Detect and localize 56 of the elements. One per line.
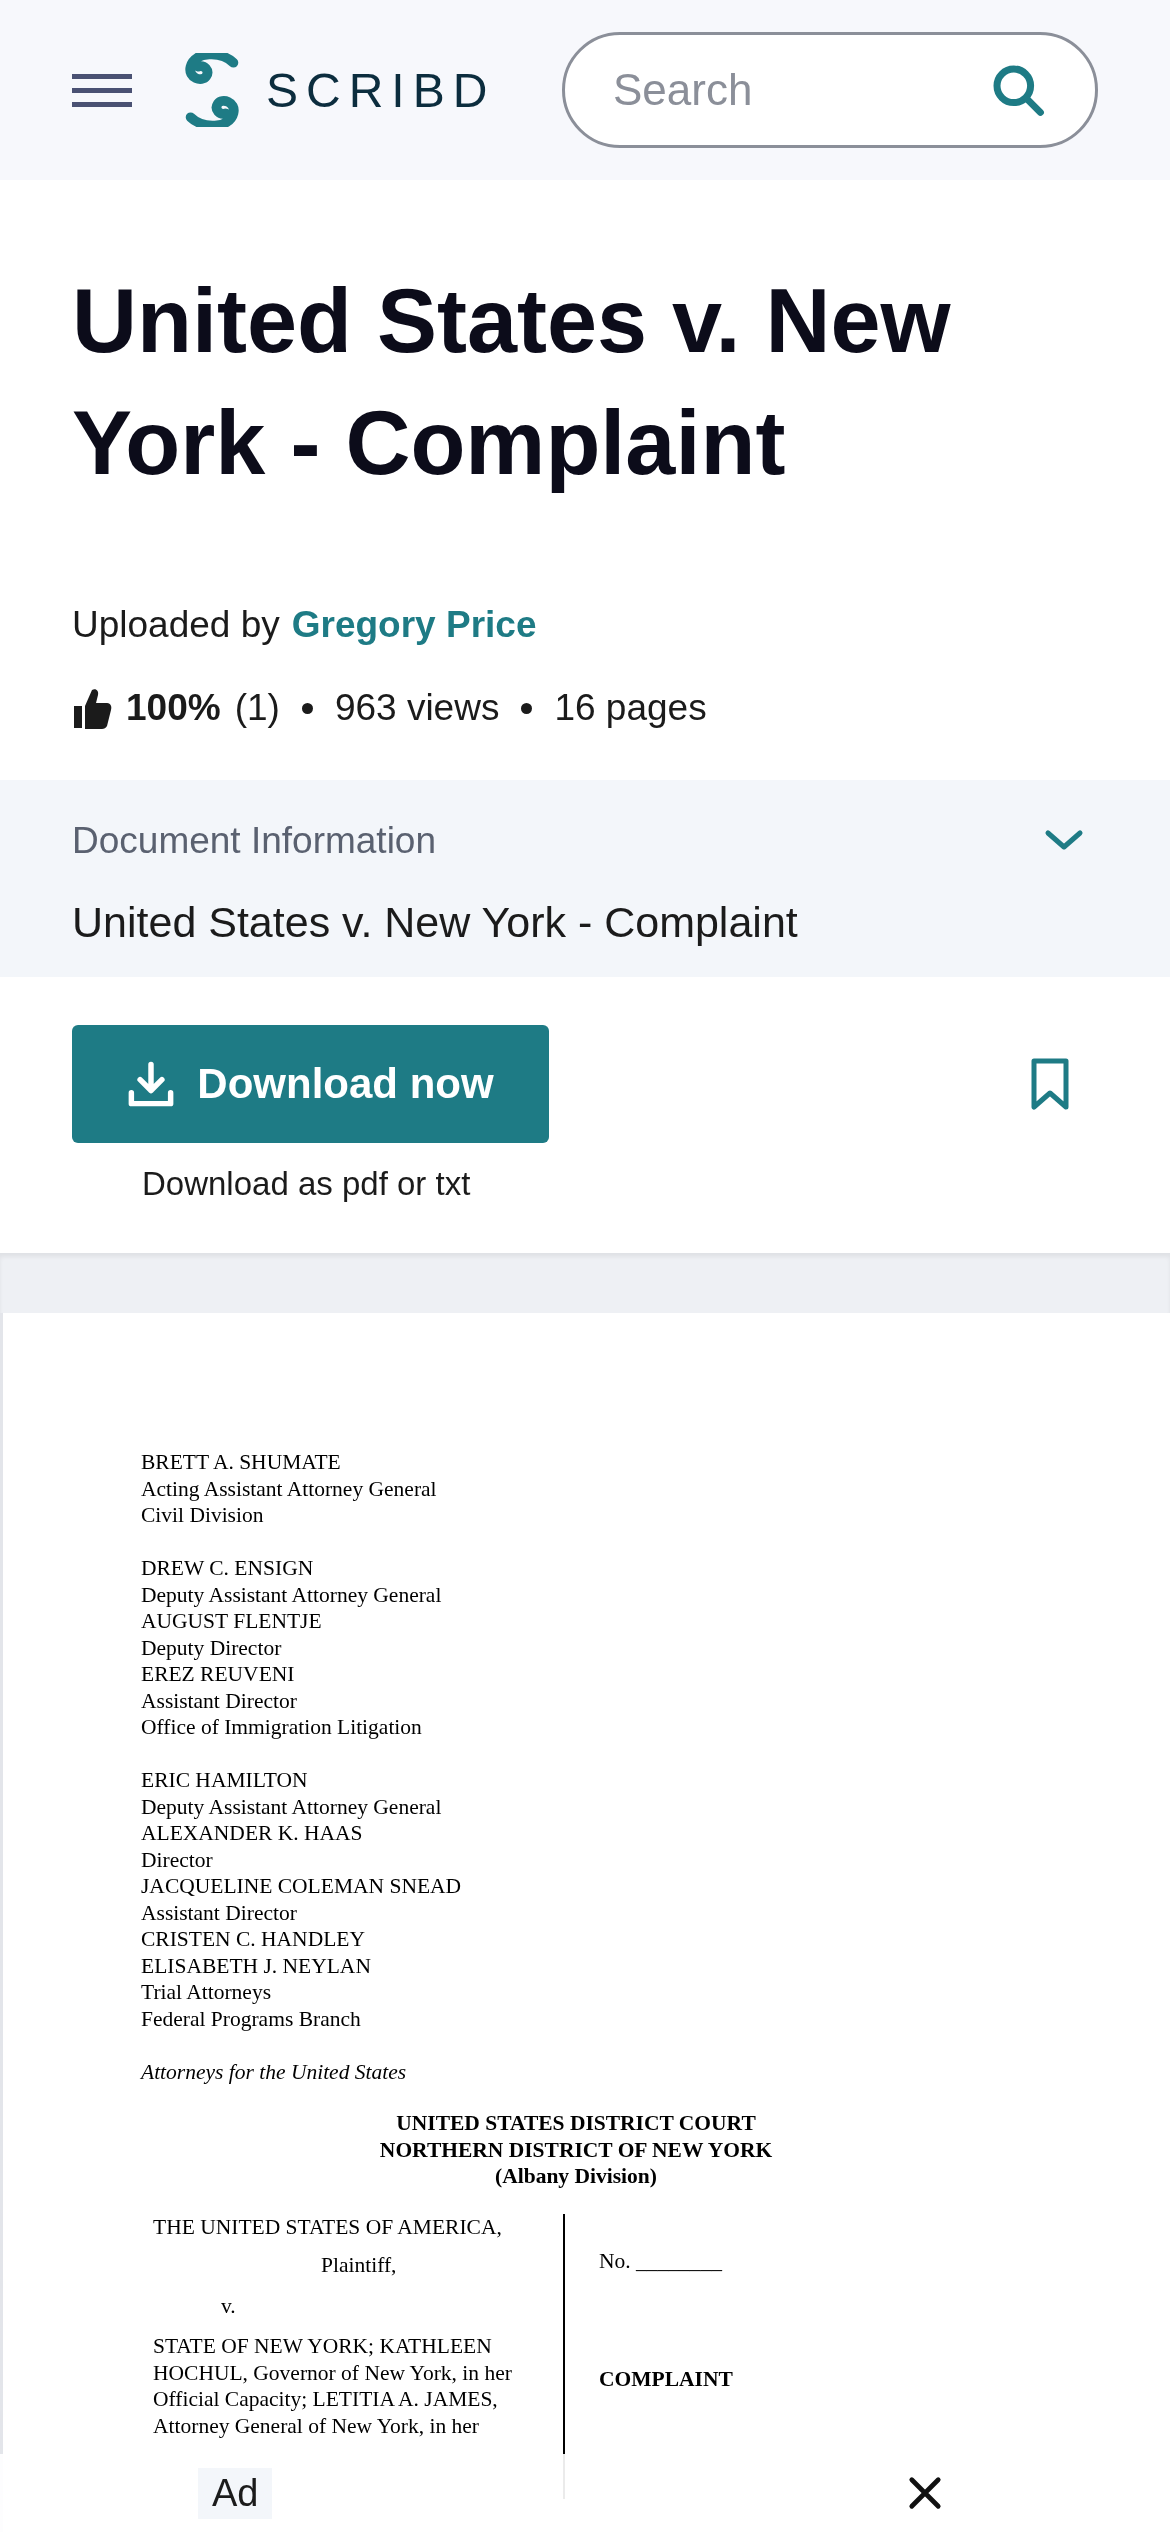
document-text-line: Plaintiff,	[321, 2252, 398, 2279]
document-text-line: v.	[221, 2292, 237, 2319]
menu-icon[interactable]	[72, 72, 132, 108]
document-type-label: COMPLAINT	[599, 2366, 733, 2393]
separator-dot	[521, 702, 533, 714]
document-text-line: Attorneys for the United States	[141, 2058, 408, 2085]
document-text-line: THE UNITED STATES OF AMERICA,	[153, 2213, 503, 2240]
document-info-panel[interactable]: Document Information United States v. New York - Complaint	[0, 780, 1170, 977]
search-field[interactable]: Search	[562, 32, 1098, 148]
document-text-line: Assistant Director	[141, 1687, 298, 1714]
close-icon[interactable]	[908, 2476, 942, 2510]
ad-label: Ad	[198, 2467, 273, 2519]
document-text-line: Attorney General of New York, in her	[153, 2412, 480, 2439]
rating-percent: 100%	[126, 687, 221, 729]
document-text-line: Deputy Assistant Attorney General	[141, 1581, 443, 1608]
download-note: Download as pdf or txt	[142, 1165, 472, 1203]
document-text-line: HOCHUL, Governor of New York, in her	[153, 2359, 513, 2386]
document-text-line: ERIC HAMILTON	[141, 1767, 309, 1794]
thumbs-up-icon[interactable]	[72, 686, 112, 730]
court-heading-line: (Albany Division)	[494, 2163, 658, 2190]
court-heading-line: UNITED STATES DISTRICT COURT	[395, 2110, 757, 2137]
case-number-line: No. ________	[599, 2247, 724, 2274]
info-label: Document Information	[72, 820, 436, 862]
info-value: United States v. New York - Complaint	[72, 898, 799, 947]
document-text-line: STATE OF NEW YORK; KATHLEEN	[153, 2333, 493, 2360]
download-button[interactable]: Download now	[72, 1025, 549, 1143]
bookmark-icon[interactable]	[1030, 1058, 1070, 1110]
court-heading-line: NORTHERN DISTRICT OF NEW YORK	[378, 2136, 774, 2163]
logo-icon[interactable]	[182, 53, 242, 127]
document-title: United States v. New York - Complaint	[72, 270, 952, 495]
document-text-line: ALEXANDER K. HAAS	[141, 1820, 364, 1847]
view-count: 963 views	[334, 687, 500, 729]
separator-dot	[301, 702, 313, 714]
document-text-line: EREZ REUVENI	[141, 1661, 296, 1688]
document-text-line: Acting Assistant Attorney General	[141, 1475, 438, 1502]
download-icon	[127, 1060, 176, 1108]
document-text-line: ELISABETH J. NEYLAN	[141, 1952, 372, 1979]
document-text-line: Federal Programs Branch	[141, 2005, 362, 2032]
document-text-line: Official Capacity; LETITIA A. JAMES,	[153, 2386, 499, 2413]
uploader-link[interactable]: Gregory Price	[291, 604, 537, 646]
document-text-line: DREW C. ENSIGN	[141, 1555, 315, 1582]
document-text-line: Civil Division	[141, 1502, 265, 1529]
page-count: 16 pages	[554, 687, 707, 729]
document-text-line: Trial Attorneys	[141, 1979, 272, 2006]
document-text-line: Assistant Director	[141, 1899, 298, 1926]
document-text-line: Deputy Director	[141, 1634, 283, 1661]
rating-count: (1)	[234, 687, 280, 729]
document-text-line: JACQUELINE COLEMAN SNEAD	[141, 1873, 463, 1900]
document-text-line: Director	[141, 1846, 214, 1873]
document-text-line: Deputy Assistant Attorney General	[141, 1793, 443, 1820]
uploaded-by-label: Uploaded by	[72, 604, 280, 646]
document-text-line: AUGUST FLENTJE	[141, 1608, 323, 1635]
document-text-line: BRETT A. SHUMATE	[141, 1449, 342, 1476]
document-text-line: CRISTEN C. HANDLEY	[141, 1926, 366, 1953]
logo-text[interactable]: SCRIBD	[266, 62, 496, 118]
document-text-line: Office of Immigration Litigation	[141, 1714, 423, 1741]
